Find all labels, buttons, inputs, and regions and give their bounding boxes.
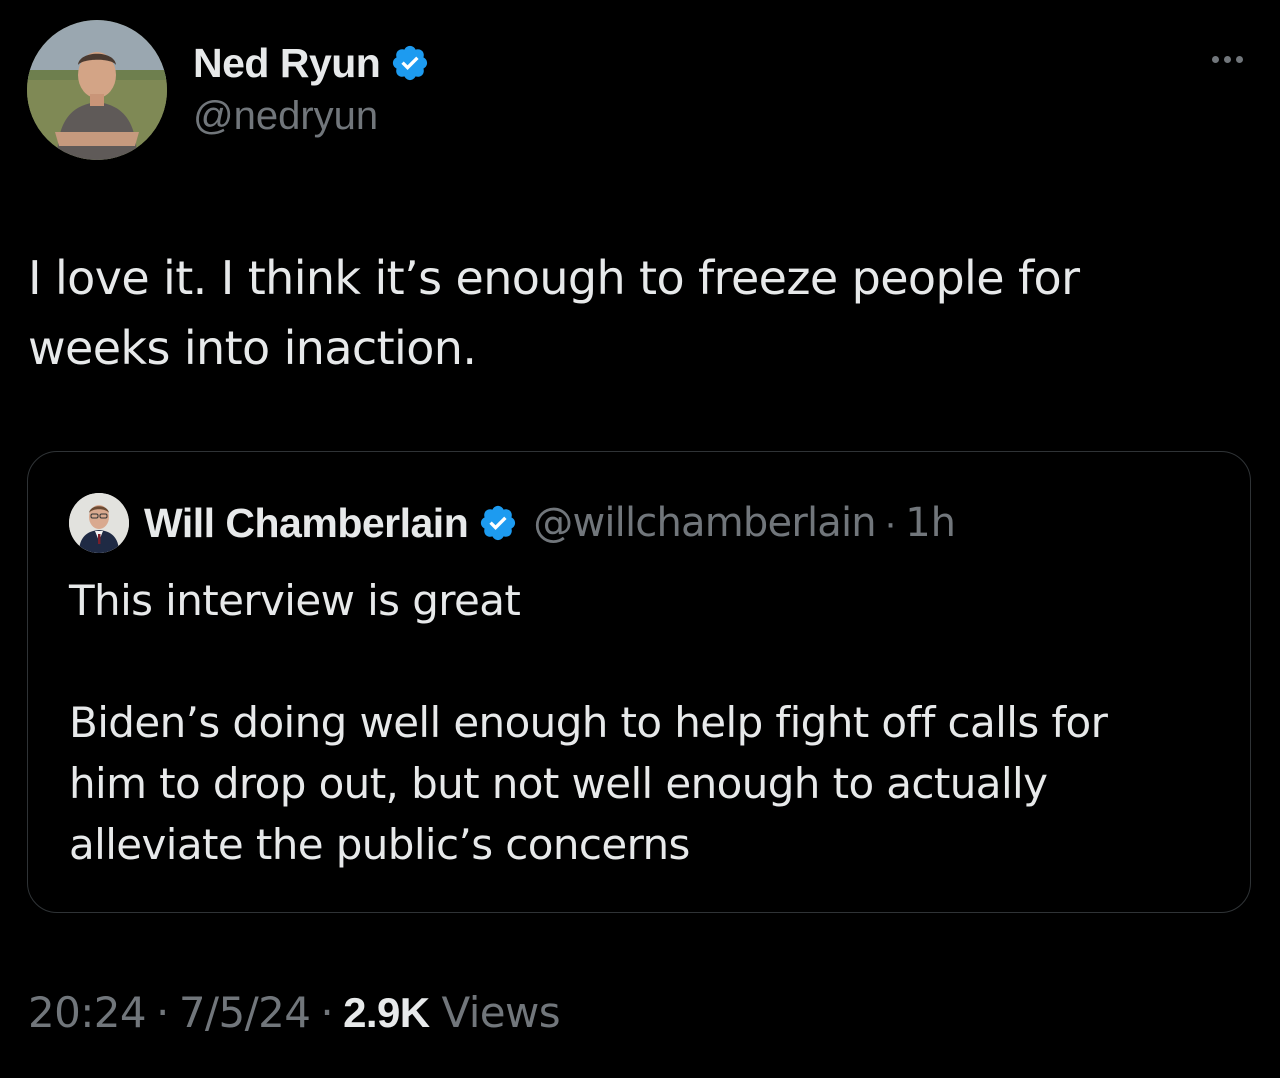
verified-badge-icon[interactable]	[390, 43, 430, 83]
quoted-author-handle[interactable]: @willchamberlain	[533, 500, 876, 546]
more-dot-icon	[1235, 55, 1243, 63]
separator-dot: ·	[320, 988, 334, 1037]
author-display-name[interactable]: Ned Ryun	[193, 40, 381, 87]
quoted-tweet-line: alleviate the public’s concerns	[69, 820, 690, 869]
quoted-tweet-header: Will Chamberlain @willchamberlain · 1h	[69, 492, 956, 554]
quoted-tweet-line: Biden’s doing well enough to help fight …	[69, 698, 1108, 747]
more-dot-icon	[1211, 55, 1219, 63]
tweet-text-line: weeks into inaction.	[28, 321, 477, 375]
profile-photo-icon	[27, 20, 167, 160]
more-options-button[interactable]	[1197, 44, 1257, 74]
separator-dot: ·	[883, 500, 898, 545]
tweet-date[interactable]: 7/5/24	[179, 988, 311, 1037]
tweet-meta: 20:24 · 7/5/24 · 2.9K Views	[28, 988, 561, 1037]
tweet-text-line: I love it. I think it’s enough to freeze…	[28, 251, 1080, 305]
quoted-tweet-text: This interview is great Biden’s doing we…	[69, 570, 1209, 875]
quoted-author-display-name[interactable]: Will Chamberlain	[144, 500, 469, 547]
quoted-author-avatar[interactable]	[69, 493, 129, 553]
author-handle[interactable]: @nedryun	[193, 94, 430, 139]
tweet-text: I love it. I think it’s enough to freeze…	[28, 243, 1228, 383]
views-label[interactable]: Views	[442, 988, 561, 1037]
author-avatar[interactable]	[27, 20, 167, 160]
tweet-header: Ned Ryun @nedryun	[27, 20, 1257, 162]
verified-badge-icon[interactable]	[478, 503, 518, 543]
profile-photo-icon	[69, 493, 129, 553]
quoted-tweet-card[interactable]: Will Chamberlain @willchamberlain · 1h T…	[27, 451, 1251, 913]
quoted-tweet-line: him to drop out, but not well enough to …	[69, 759, 1048, 808]
more-dot-icon	[1223, 55, 1231, 63]
display-name-row: Ned Ryun	[193, 38, 430, 88]
tweet-time[interactable]: 20:24	[28, 988, 147, 1037]
views-count[interactable]: 2.9K	[343, 989, 430, 1037]
quoted-tweet-line: This interview is great	[69, 576, 521, 625]
quoted-tweet-time[interactable]: 1h	[905, 500, 956, 546]
separator-dot: ·	[156, 988, 169, 1037]
author-info: Ned Ryun @nedryun	[193, 38, 430, 139]
